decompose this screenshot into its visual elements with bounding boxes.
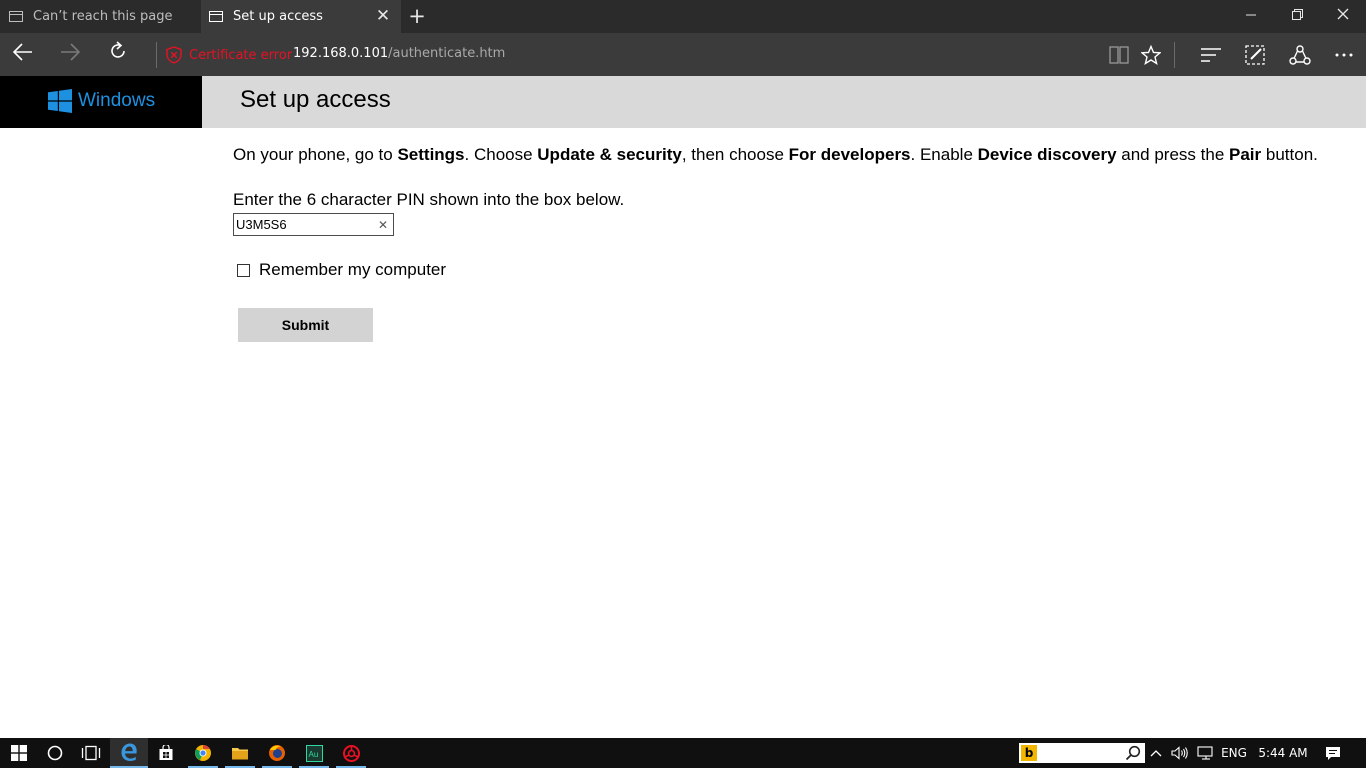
tab-strip: Can’t reach this page Set up access ✕ + <box>0 0 1366 33</box>
instruction-bold: For developers <box>788 145 911 164</box>
reading-view-icon[interactable] <box>1102 38 1136 72</box>
back-arrow-icon[interactable] <box>5 37 41 73</box>
tab-title: Set up access <box>233 9 323 24</box>
audition-icon[interactable]: Au <box>295 738 333 768</box>
volume-icon[interactable] <box>1168 738 1192 768</box>
favorite-star-icon[interactable] <box>1134 38 1168 72</box>
instruction-bold: Device discovery <box>977 145 1117 164</box>
hub-icon[interactable] <box>1194 38 1228 72</box>
instructions-text: On your phone, go to Settings. Choose Up… <box>233 145 1318 165</box>
edge-icon[interactable] <box>110 738 148 768</box>
divider <box>1174 42 1175 68</box>
instruction-bold: Settings <box>397 145 465 164</box>
instruction-text: On your phone, go to <box>233 145 398 164</box>
page-header: Windows Set up access <box>0 76 1366 128</box>
submit-button[interactable]: Submit <box>238 308 373 342</box>
instruction-text: , then choose <box>681 145 789 164</box>
instruction-text: button. <box>1261 145 1318 164</box>
page-icon <box>209 11 223 22</box>
remember-computer-option[interactable]: Remember my computer <box>237 260 446 280</box>
close-tab-icon[interactable]: ✕ <box>375 8 391 25</box>
bing-logo-icon: b <box>1021 745 1037 761</box>
address-bar: Certificate error 192.168.0.101/authenti… <box>0 33 1366 76</box>
certificate-error-label: Certificate error <box>189 47 293 63</box>
remember-checkbox[interactable] <box>237 263 250 277</box>
windows-logo-icon <box>48 89 72 113</box>
file-explorer-icon[interactable] <box>221 738 259 768</box>
store-icon[interactable] <box>147 738 185 768</box>
more-icon[interactable] <box>1327 38 1361 72</box>
clock[interactable]: 5:44 AM <box>1254 738 1312 768</box>
url-field[interactable]: 192.168.0.101/authenticate.htm <box>293 46 505 61</box>
divider <box>156 42 157 68</box>
url-path: /authenticate.htm <box>388 46 506 61</box>
pin-field: ✕ <box>233 213 394 236</box>
pin-label: Enter the 6 character PIN shown into the… <box>233 190 625 209</box>
svg-text:Au: Au <box>308 750 318 759</box>
logo-text: Windows <box>78 90 156 111</box>
search-icon[interactable] <box>1125 745 1141 761</box>
tab-title: Can’t reach this page <box>33 9 173 24</box>
network-icon[interactable] <box>1194 738 1218 768</box>
page-title: Set up access <box>240 86 391 113</box>
language-indicator[interactable]: ENG <box>1218 738 1250 768</box>
taskbar: Au b ENG 5:44 AM <box>0 738 1366 768</box>
bing-search-box[interactable]: b <box>1019 743 1145 763</box>
shield-error-icon <box>166 46 182 64</box>
pin-input[interactable] <box>236 215 376 234</box>
firefox-icon[interactable] <box>258 738 296 768</box>
browser-window: Can’t reach this page Set up access ✕ + <box>0 0 1366 768</box>
logo-block: Windows <box>0 76 202 128</box>
action-center-icon[interactable] <box>1318 738 1348 768</box>
app-red-icon[interactable] <box>332 738 370 768</box>
tab-set-up-access[interactable]: Set up access ✕ <box>201 0 401 33</box>
certificate-error-indicator[interactable]: Certificate error <box>165 45 292 65</box>
windows-logo: Windows <box>48 89 155 113</box>
minimize-icon[interactable] <box>1228 0 1274 33</box>
url-host: 192.168.0.101 <box>293 46 389 61</box>
refresh-icon[interactable] <box>100 37 136 73</box>
page-icon <box>9 11 23 22</box>
clear-icon[interactable]: ✕ <box>378 217 388 233</box>
tab-cant-reach[interactable]: Can’t reach this page <box>0 0 200 33</box>
plus-icon[interactable]: + <box>406 4 428 28</box>
instruction-bold: Pair <box>1229 145 1262 164</box>
instruction-text: . Choose <box>464 145 538 164</box>
share-icon[interactable] <box>1283 38 1317 72</box>
instruction-text: . Enable <box>910 145 978 164</box>
close-icon[interactable] <box>1320 0 1366 33</box>
chrome-canary-icon[interactable] <box>184 738 222 768</box>
restore-icon[interactable] <box>1274 0 1320 33</box>
remember-label: Remember my computer <box>259 260 447 279</box>
task-view-icon[interactable] <box>72 738 110 768</box>
instruction-text: and press the <box>1116 145 1230 164</box>
forward-arrow-icon[interactable] <box>52 37 88 73</box>
chevron-up-icon[interactable] <box>1146 738 1166 768</box>
instruction-bold: Update & security <box>537 145 682 164</box>
windows-start-icon[interactable] <box>0 738 38 768</box>
web-note-icon[interactable] <box>1238 38 1272 72</box>
cortana-icon[interactable] <box>36 738 74 768</box>
